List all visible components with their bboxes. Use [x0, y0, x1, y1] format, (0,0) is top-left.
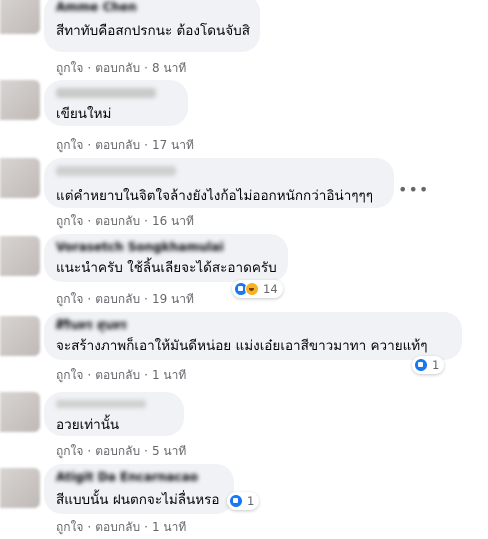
reaction-count[interactable]: 1: [227, 492, 260, 510]
comment-time[interactable]: 1 นาที: [152, 518, 186, 537]
comment-text: สีทาทับคือสกปรกนะ ต้องโดนจับสิ: [56, 23, 250, 39]
comment-time[interactable]: 5 นาที: [152, 442, 186, 461]
like-button[interactable]: ถูกใจ: [56, 59, 83, 78]
avatar[interactable]: [0, 80, 40, 120]
comment-bubble: เขียนใหม่: [44, 80, 188, 126]
avatar[interactable]: [0, 0, 40, 34]
comment-text: เขียนใหม่: [56, 106, 112, 122]
avatar[interactable]: [0, 468, 40, 508]
avatar[interactable]: [0, 158, 40, 198]
comment-bubble: อวยเท่านั้น: [44, 392, 184, 436]
reply-button[interactable]: ตอบกลับ: [95, 366, 140, 385]
reply-button[interactable]: ตอบกลับ: [95, 290, 140, 309]
comment-bubble: Atigit Da Encarnacao สีแบบนั้น ฝนตกจะไม่…: [44, 464, 234, 514]
reaction-count[interactable]: 1: [412, 356, 445, 374]
comment-time[interactable]: 19 นาที: [152, 290, 194, 309]
comment-bubble: ศิรินทร สุนทร จะสร้างภาพก็เอาให้มันดีหน่…: [44, 312, 462, 360]
comment-actions: ถูกใจ · ตอบกลับ · 16 นาที: [56, 212, 194, 231]
like-button[interactable]: ถูกใจ: [56, 442, 83, 461]
commenter-name[interactable]: ศิรินทร สุนทร: [56, 318, 450, 333]
avatar[interactable]: [0, 392, 40, 432]
like-button[interactable]: ถูกใจ: [56, 136, 83, 155]
comment-time[interactable]: 8 นาที: [152, 59, 186, 78]
like-icon: [414, 358, 428, 372]
commenter-name[interactable]: Atigit Da Encarnacao: [56, 470, 222, 485]
more-options-icon[interactable]: •••: [398, 180, 429, 199]
comment-time[interactable]: 16 นาที: [152, 212, 194, 231]
comment-actions: ถูกใจ · ตอบกลับ · 1 นาที: [56, 366, 186, 385]
like-button[interactable]: ถูกใจ: [56, 290, 83, 309]
comment-time[interactable]: 1 นาที: [152, 366, 186, 385]
reply-button[interactable]: ตอบกลับ: [95, 518, 140, 537]
comment-bubble: Amme Chen สีทาทับคือสกปรกนะ ต้องโดนจับสิ: [44, 0, 260, 52]
comment-text: แต่คำหยาบในจิตใจล้างยังไงก้อไม่ออกหนักกว…: [56, 188, 374, 204]
reply-button[interactable]: ตอบกลับ: [95, 59, 140, 78]
reply-button[interactable]: ตอบกลับ: [95, 442, 140, 461]
haha-icon: [245, 282, 259, 296]
comment-text: สีแบบนั้น ฝนตกจะไม่ลื่นหรอ: [56, 492, 220, 508]
reply-button[interactable]: ตอบกลับ: [95, 136, 140, 155]
comment-text: จะสร้างภาพก็เอาให้มันดีหน่อย แม่งเอ๋ยเอา…: [56, 338, 428, 354]
commenter-name[interactable]: [56, 88, 156, 98]
comment-bubble: แต่คำหยาบในจิตใจล้างยังไงก้อไม่ออกหนักกว…: [44, 158, 394, 208]
comment-actions: ถูกใจ · ตอบกลับ · 19 นาที: [56, 290, 194, 309]
commenter-name[interactable]: Amme Chen: [56, 0, 248, 15]
reply-button[interactable]: ตอบกลับ: [95, 212, 140, 231]
like-icon: [229, 494, 243, 508]
comment-actions: ถูกใจ · ตอบกลับ · 17 นาที: [56, 136, 194, 155]
like-button[interactable]: ถูกใจ: [56, 366, 83, 385]
reaction-count[interactable]: 14: [232, 280, 283, 298]
comment-text: แนะนำครับ ใช้ลิ้นเลียจะได้สะอาดครับ: [56, 260, 277, 276]
comment-actions: ถูกใจ · ตอบกลับ · 5 นาที: [56, 442, 186, 461]
avatar[interactable]: [0, 236, 40, 276]
comment-time[interactable]: 17 นาที: [152, 136, 194, 155]
comment-text: อวยเท่านั้น: [56, 417, 120, 433]
comment-actions: ถูกใจ · ตอบกลับ · 8 นาที: [56, 59, 186, 78]
commenter-name[interactable]: Vorasetch Songkhamulai: [56, 240, 276, 255]
like-button[interactable]: ถูกใจ: [56, 212, 83, 231]
avatar[interactable]: [0, 316, 40, 356]
like-button[interactable]: ถูกใจ: [56, 518, 83, 537]
commenter-name[interactable]: [56, 400, 146, 408]
comment-actions: ถูกใจ · ตอบกลับ · 1 นาที: [56, 518, 186, 537]
comment-bubble: Vorasetch Songkhamulai แนะนำครับ ใช้ลิ้น…: [44, 234, 288, 282]
commenter-name[interactable]: [56, 166, 176, 176]
